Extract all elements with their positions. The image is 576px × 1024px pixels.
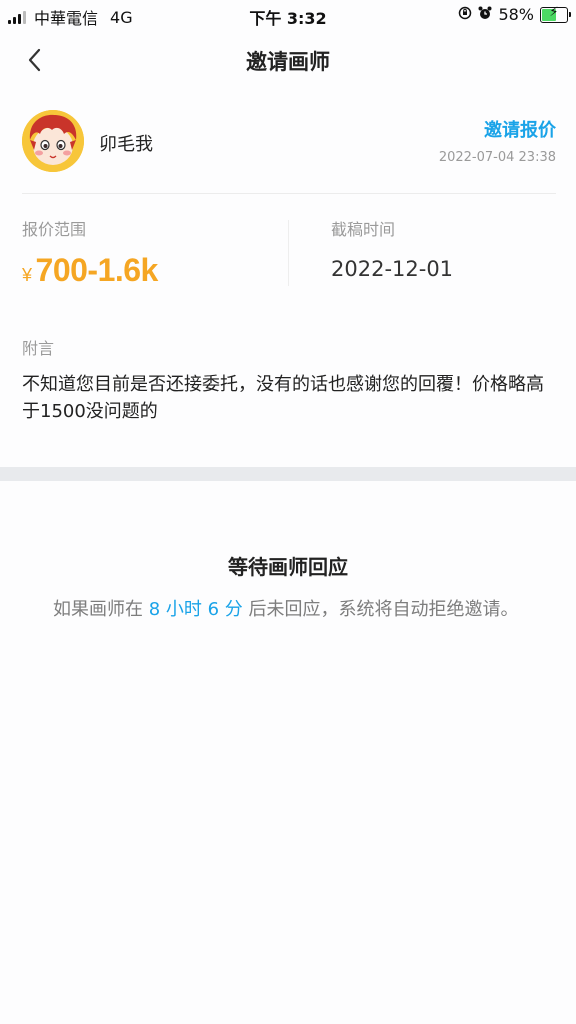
nav-bar: 邀请画师 bbox=[0, 30, 576, 90]
price-amount: 700-1.6k bbox=[35, 252, 159, 288]
charging-icon: ⚡ bbox=[549, 4, 559, 20]
price-range-value: ¥700-1.6k bbox=[22, 252, 158, 289]
status-right: 58% ⚡ bbox=[458, 4, 571, 24]
currency-symbol: ¥ bbox=[22, 265, 32, 285]
invite-quote-link[interactable]: 邀请报价 bbox=[484, 116, 556, 142]
price-range-section: 报价范围 ¥700-1.6k bbox=[22, 216, 158, 289]
battery-percent: 58% bbox=[498, 5, 534, 24]
deadline-value: 2022-12-01 bbox=[331, 257, 454, 281]
price-range-label: 报价范围 bbox=[22, 220, 87, 239]
waiting-text-before: 如果画师在 bbox=[53, 599, 149, 620]
invite-timestamp: 2022-07-04 23:38 bbox=[438, 150, 556, 165]
status-bar: 中華電信 4G 下午 3:32 58% ⚡ bbox=[0, 0, 576, 30]
note-label: 附言 bbox=[22, 339, 55, 358]
section-separator bbox=[0, 467, 576, 481]
column-divider bbox=[288, 220, 289, 286]
orientation-lock-icon bbox=[458, 6, 472, 24]
deadline-section: 截稿时间 2022-12-01 bbox=[331, 216, 453, 281]
note-text: 不知道您目前是否还接委托，没有的话也感谢您的回覆！价格略高于1500没问题的 bbox=[22, 374, 544, 422]
avatar[interactable] bbox=[22, 110, 84, 172]
waiting-text-after: 后未回应，系统将自动拒绝邀请。 bbox=[242, 599, 519, 620]
waiting-description: 如果画师在 8 小时 6 分 后未回应，系统将自动拒绝邀请。 bbox=[53, 596, 523, 624]
deadline-label: 截稿时间 bbox=[331, 220, 396, 239]
username[interactable]: 卯毛我 bbox=[99, 130, 153, 156]
page-title: 邀请画师 bbox=[246, 50, 330, 74]
divider bbox=[22, 193, 556, 194]
battery-icon: ⚡ bbox=[540, 4, 571, 23]
waiting-title: 等待画师回应 bbox=[228, 555, 348, 579]
user-row: 卯毛我 邀请报价 2022-07-04 23:38 bbox=[22, 108, 556, 174]
alarm-icon bbox=[478, 6, 492, 24]
countdown-text: 8 小时 6 分 bbox=[148, 599, 243, 620]
